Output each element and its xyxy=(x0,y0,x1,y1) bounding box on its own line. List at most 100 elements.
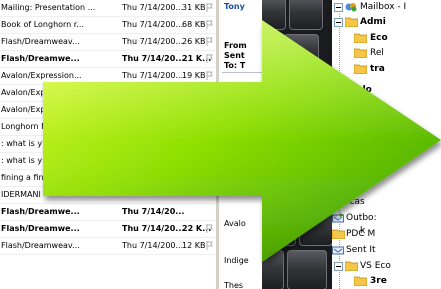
folder-label: VS Eco xyxy=(360,261,391,271)
folder-icon xyxy=(354,64,367,74)
keyboard-key xyxy=(262,0,286,30)
message-row[interactable]: Longhorn FAQ xyxy=(0,119,216,136)
message-row[interactable]: : what is y xyxy=(0,136,216,153)
message-row[interactable]: Flash/Dreamweav... Thu 7/14/200... 26 KB xyxy=(0,34,216,51)
folder-item[interactable]: VS Eco xyxy=(332,259,441,274)
flag-icon[interactable] xyxy=(206,54,213,63)
keyboard-key xyxy=(262,34,280,70)
message-date: Thu 7/14/200... xyxy=(122,241,184,250)
folder-item[interactable]: PDC M xyxy=(332,227,441,242)
keyboard-key xyxy=(262,250,284,289)
message-date: Thu 7/14/20... xyxy=(122,54,185,63)
message-size: 19 KB xyxy=(182,71,206,80)
message-size: 21 K... xyxy=(182,54,212,63)
keyboard-key xyxy=(283,34,319,70)
folder-item[interactable]: Delet xyxy=(332,101,441,116)
collapse-icon[interactable] xyxy=(334,3,343,12)
header-separator xyxy=(222,72,262,73)
folder-item[interactable]: Eco xyxy=(332,31,441,46)
folder-item[interactable]: Sent It xyxy=(332,243,441,258)
message-row[interactable]: Avalon/Expression... Thu 7/14/200... 15 … xyxy=(0,85,216,102)
message-subject: Flash/Dreamweav... xyxy=(1,37,80,46)
message-subject: Flash/Dreamwe... xyxy=(1,54,80,63)
message-subject: Avalon/Expression... xyxy=(1,71,82,80)
folder-item[interactable]: Orcas xyxy=(332,195,441,210)
message-date: Thu 7/14/200... xyxy=(122,37,184,46)
body-line: Thes xyxy=(224,281,244,289)
message-row[interactable]: Flash/Dreamweav... Thu 7/14/200... 12 KB xyxy=(0,238,216,255)
folder-icon xyxy=(354,33,367,43)
flag-icon[interactable] xyxy=(206,241,213,250)
folder-item[interactable]: tra xyxy=(332,62,441,77)
message-subject: : what is y xyxy=(1,156,43,165)
message-date: Thu 7/14/200... xyxy=(122,71,184,80)
message-size: 22 K... xyxy=(182,224,212,233)
folder-item-mailbox[interactable]: Mailbox - I xyxy=(332,0,441,15)
message-subject: Flash/Dreamwe... xyxy=(1,207,80,216)
sent-items-icon xyxy=(332,245,345,255)
sender-name[interactable]: Tony xyxy=(224,2,245,11)
folder-label: Admi xyxy=(360,17,386,27)
flag-icon[interactable] xyxy=(206,224,213,233)
flag-icon[interactable] xyxy=(206,20,213,29)
folder-label: Avalo xyxy=(344,85,372,95)
folder-label: PDC M xyxy=(346,229,376,239)
message-row[interactable]: Avalon/Expression... Thu 7/14/200... 19 … xyxy=(0,68,216,85)
folder-label: 3re xyxy=(370,276,387,286)
message-row[interactable]: Mailing: Presentation ... Thu 7/14/200..… xyxy=(0,0,216,17)
keyboard-key xyxy=(262,74,290,110)
message-subject: Avalon/Expression... xyxy=(1,88,82,97)
folder-icon xyxy=(354,48,367,58)
message-row[interactable]: Flash/Dreamwe... Thu 7/14/20... 21 K... xyxy=(0,51,216,68)
folder-item[interactable]: 3re xyxy=(332,274,441,289)
folder-label: Rel xyxy=(370,48,384,58)
collapse-icon[interactable] xyxy=(334,262,343,271)
flag-icon[interactable] xyxy=(206,71,213,80)
message-size: 31 KB xyxy=(182,3,206,12)
flag-icon[interactable] xyxy=(206,3,213,12)
message-subject: Flash/Dreamweav... xyxy=(1,241,80,250)
message-subject: IDERMANI xyxy=(1,190,41,199)
message-subject: Book of Longhorn r... xyxy=(1,20,84,29)
folder-icon xyxy=(345,17,358,27)
folder-item[interactable]: Avalo xyxy=(332,83,441,98)
folder-label: Sent It xyxy=(346,245,376,255)
message-row[interactable]: Flash/Dreamwe... Thu 7/14/20... xyxy=(0,204,216,221)
message-row[interactable]: Book of Longhorn r... Thu 7/14/200... 68… xyxy=(0,17,216,34)
body-line: Indige xyxy=(224,256,249,265)
folder-icon xyxy=(332,229,345,239)
message-date: Thu 7/14/20... xyxy=(122,224,185,233)
folder-item[interactable]: Admi xyxy=(332,15,441,30)
sent-label: Sent xyxy=(224,51,245,60)
message-row[interactable]: IDERMANI xyxy=(0,187,216,204)
message-subject: Avalon/Expres xyxy=(1,105,58,114)
message-subject: Mailing: Presentation ... xyxy=(1,3,96,12)
message-row[interactable]: Flash/Dreamwe... Thu 7/14/20... 22 K... xyxy=(0,221,216,238)
folder-label: Delet xyxy=(354,103,382,113)
flag-icon[interactable] xyxy=(206,88,213,97)
message-row[interactable]: : what is y xyxy=(0,153,216,170)
reading-pane: Tony From Sent To: T Avalo Indige Thes xyxy=(219,0,262,289)
folder-item[interactable]: ft xyxy=(332,115,441,130)
message-row[interactable]: fining a fin xyxy=(0,170,216,187)
message-subject: : what is y xyxy=(1,139,43,148)
folder-label: Eco xyxy=(370,33,388,43)
flag-icon[interactable] xyxy=(206,37,213,46)
message-size: 12 KB xyxy=(182,241,206,250)
keyboard-key xyxy=(287,250,327,289)
message-date: Thu 7/14/200... xyxy=(122,3,184,12)
folder-item[interactable]: Rel xyxy=(332,46,441,61)
message-size: 26 KB xyxy=(182,37,206,46)
message-date: Thu 7/14/200... xyxy=(122,88,184,97)
folder-item[interactable]: Outbo: xyxy=(332,211,441,226)
folder-tree[interactable]: Mailbox - I Admi Eco Rel tra Avalo Delet… xyxy=(332,0,441,289)
message-size: 15 KB xyxy=(182,88,206,97)
message-list[interactable]: Mailing: Presentation ... Thu 7/14/200..… xyxy=(0,0,216,289)
collapse-icon[interactable] xyxy=(334,18,343,27)
keyboard-key xyxy=(293,74,327,110)
folder-label: Outbo: xyxy=(346,213,377,223)
keyboard-key xyxy=(262,170,286,206)
outbox-icon xyxy=(332,213,345,223)
from-label: From xyxy=(224,41,247,50)
message-row[interactable]: Avalon/Expres xyxy=(0,102,216,119)
